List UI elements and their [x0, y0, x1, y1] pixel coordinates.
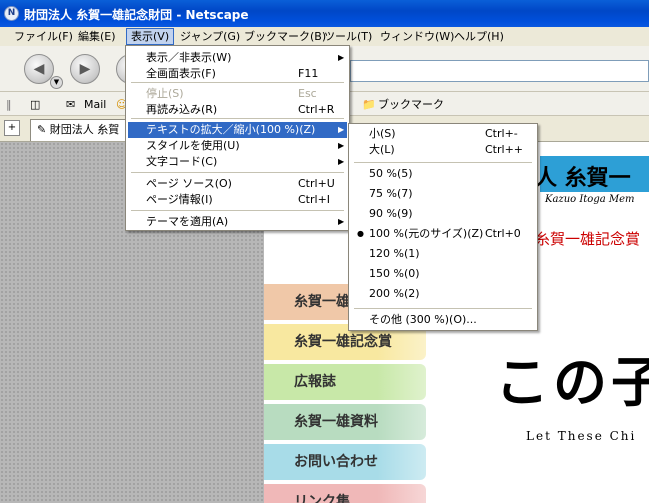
zoom-menu-item[interactable]: 大(L) Ctrl++	[351, 142, 535, 158]
menu-item-label: スタイルを使用(U)	[146, 139, 240, 152]
back-dropdown-icon[interactable]: ▼	[50, 76, 63, 89]
submenu-arrow-icon: ▶	[338, 217, 345, 226]
menu-tools[interactable]: ツール(T)	[320, 28, 376, 45]
view-menu-item[interactable]: 表示／非表示(W) ▶	[128, 50, 347, 66]
forward-button[interactable]: ▶	[70, 54, 100, 84]
hero-subtitle: Let These Chi	[526, 429, 637, 443]
zoom-menu-item[interactable]: 75 %(7)	[351, 186, 535, 202]
zoom-menu-item[interactable]: 90 %(9)	[351, 206, 535, 222]
view-menu: 表示／非表示(W) ▶ 全画面表示(F) F11 停止(S) Esc 再読み込み(R) Ctr…	[125, 45, 350, 231]
checked-bullet-icon: ●	[357, 229, 364, 238]
nav-button[interactable]: リンク集	[264, 484, 426, 503]
page-icon: ✎	[37, 123, 50, 136]
menu-item-label: 150 %(0)	[369, 267, 420, 280]
menu-item-label: ページ ソース(O)	[146, 177, 232, 190]
menu-item-shortcut: Ctrl+I	[298, 193, 331, 206]
mail-icon[interactable]: ✉	[66, 96, 75, 113]
menu-item-shortcut: Ctrl+0	[485, 227, 521, 240]
menu-item-label: 停止(S)	[146, 87, 184, 100]
menu-item-label: テーマを適用(A)	[146, 215, 229, 228]
menu-bookmarks[interactable]: ブックマーク(B)	[240, 28, 330, 45]
menu-item-label: 120 %(1)	[369, 247, 420, 260]
new-tab-icon[interactable]: +	[4, 120, 20, 136]
menu-item-shortcut: Ctrl+R	[298, 103, 335, 116]
submenu-arrow-icon: ▶	[338, 157, 345, 166]
zoom-menu-item[interactable]: 小(S) Ctrl+-	[351, 126, 535, 142]
menu-separator	[131, 172, 344, 173]
view-menu-item[interactable]: スタイルを使用(U) ▶	[128, 138, 347, 154]
menu-item-label: その他 (300 %)(O)...	[369, 313, 477, 326]
menu-item-label: 全画面表示(F)	[146, 67, 216, 80]
menu-bar: ファイル(F) 編集(E) 表示(V) ジャンプ(G) ブックマーク(B) ツー…	[0, 27, 649, 46]
zoom-menu-item[interactable]: 50 %(5)	[351, 166, 535, 182]
forward-arrow-icon: ▶	[79, 61, 91, 77]
menu-item-label: 大(L)	[369, 143, 395, 156]
url-input[interactable]	[350, 60, 649, 82]
bookmarks-folder-icon[interactable]: 📁	[362, 96, 376, 113]
menu-file[interactable]: ファイル(F)	[10, 28, 77, 45]
menu-edit[interactable]: 編集(E)	[74, 28, 120, 45]
menu-item-shortcut: F11	[298, 67, 319, 80]
netscape-icon: N	[4, 6, 19, 21]
nav-button[interactable]: お問い合わせ	[264, 444, 426, 480]
nav-button[interactable]: 広報誌	[264, 364, 426, 400]
view-menu-item[interactable]: 文字コード(C) ▶	[128, 154, 347, 170]
hero-title: この子	[495, 350, 649, 414]
zoom-menu-item[interactable]: ● 100 %(元のサイズ)(Z) Ctrl+0	[351, 226, 535, 242]
menu-item-label: 200 %(2)	[369, 287, 420, 300]
menu-item-label: 表示／非表示(W)	[146, 51, 232, 64]
view-menu-item[interactable]: テキストの拡大／縮小(100 %)(Z) ▶	[128, 122, 347, 138]
menu-item-label: ページ情報(I)	[146, 193, 213, 206]
header-subtitle: Kazuo Itoga Mem	[545, 194, 635, 205]
menu-window[interactable]: ウィンドウ(W)	[376, 28, 458, 45]
zoom-menu-item[interactable]: その他 (300 %)(O)...	[351, 312, 535, 328]
menu-help[interactable]: ヘルプ(H)	[450, 28, 508, 45]
mail-link[interactable]: Mail	[84, 96, 106, 113]
menu-item-label: 再読み込み(R)	[146, 103, 218, 116]
menu-separator	[131, 210, 344, 211]
view-menu-item[interactable]: 再読み込み(R) Ctrl+R	[128, 102, 347, 118]
menu-item-shortcut: Esc	[298, 87, 317, 100]
award-heading[interactable]: 糸賀一雄記念賞	[535, 228, 640, 249]
zoom-submenu: 小(S) Ctrl+- 大(L) Ctrl++ 50 %(5) 75 %(7) 90 %(9…	[348, 123, 538, 331]
menu-item-label: テキストの拡大／縮小(100 %)(Z)	[146, 123, 316, 136]
menu-separator	[354, 308, 532, 309]
submenu-arrow-icon: ▶	[338, 141, 345, 150]
view-menu-item[interactable]: テーマを適用(A) ▶	[128, 214, 347, 230]
window-title: 財団法人 糸賀一雄記念財団 - Netscape	[24, 8, 249, 22]
menu-item-label: 文字コード(C)	[146, 155, 218, 168]
menu-item-label: 50 %(5)	[369, 167, 413, 180]
browser-window: N 財団法人 糸賀一雄記念財団 - Netscape ファイル(F) 編集(E)…	[0, 0, 649, 503]
menu-separator	[131, 118, 344, 119]
menu-item-label: 100 %(元のサイズ)(Z)	[369, 227, 484, 240]
menu-view[interactable]: 表示(V)	[126, 28, 175, 45]
menu-item-shortcut: Ctrl+U	[298, 177, 335, 190]
bookmarks-folder[interactable]: ブックマーク	[378, 96, 444, 113]
header-title: 人 糸賀一	[535, 166, 631, 191]
view-menu-item[interactable]: ページ情報(I) Ctrl+I	[128, 192, 347, 208]
zoom-menu-item[interactable]: 120 %(1)	[351, 246, 535, 262]
menu-item-label: 小(S)	[369, 127, 396, 140]
view-menu-item: 停止(S) Esc	[128, 86, 347, 102]
menu-item-shortcut: Ctrl++	[485, 143, 524, 156]
nav-button[interactable]: 糸賀一雄資料	[264, 404, 426, 440]
menu-item-label: 90 %(9)	[369, 207, 413, 220]
zoom-menu-item[interactable]: 200 %(2)	[351, 286, 535, 302]
menu-go[interactable]: ジャンプ(G)	[176, 28, 244, 45]
title-bar: N 財団法人 糸賀一雄記念財団 - Netscape	[0, 0, 649, 27]
back-arrow-icon: ◀	[33, 61, 45, 77]
home-icon[interactable]: ◫	[30, 96, 40, 113]
menu-separator	[354, 162, 532, 163]
toolbar-grip-icon: ‖	[6, 98, 12, 111]
menu-item-label: 75 %(7)	[369, 187, 413, 200]
view-menu-item[interactable]: 全画面表示(F) F11	[128, 66, 347, 82]
view-menu-item[interactable]: ページ ソース(O) Ctrl+U	[128, 176, 347, 192]
menu-separator	[131, 82, 344, 83]
submenu-arrow-icon: ▶	[338, 53, 345, 62]
submenu-arrow-icon: ▶	[338, 125, 345, 134]
zoom-menu-item[interactable]: 150 %(0)	[351, 266, 535, 282]
menu-item-shortcut: Ctrl+-	[485, 127, 518, 140]
tab-label: 財団法人 糸賀	[49, 123, 120, 136]
